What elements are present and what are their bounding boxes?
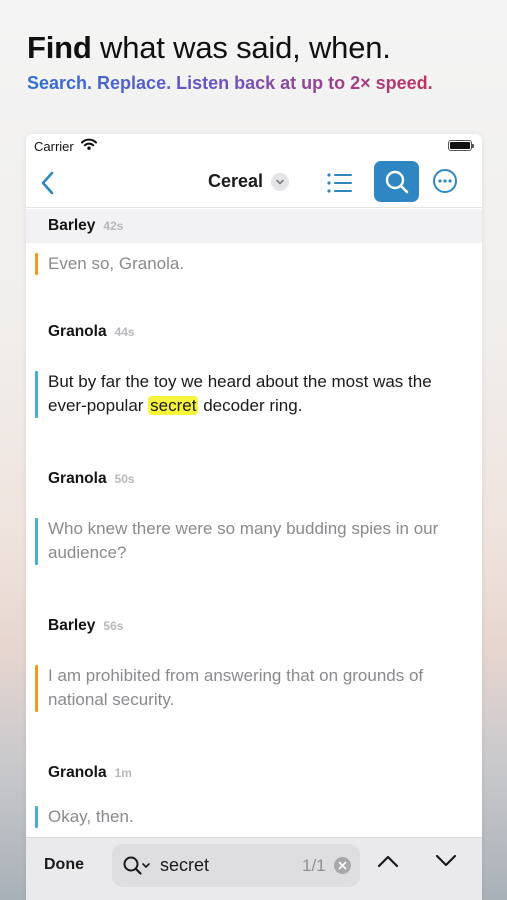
timestamp: 44s xyxy=(114,325,135,339)
find-field[interactable]: 1/1 xyxy=(112,844,360,887)
back-chevron-icon[interactable] xyxy=(38,170,58,196)
transcript-line[interactable]: Okay, then. xyxy=(48,805,468,829)
speaker-label: Granola 44s xyxy=(48,323,135,341)
carrier-label: Carrier xyxy=(34,139,74,154)
speaker-label: Granola 50s xyxy=(48,470,135,488)
device-screen: Carrier Cereal Barley 42s Even so, Grano… xyxy=(26,134,482,900)
speaker-label: Barley 56s xyxy=(48,617,123,635)
match-count: 1/1 xyxy=(302,856,326,875)
transcript-line[interactable]: I am prohibited from answering that on g… xyxy=(48,664,468,712)
headline-bold: Find xyxy=(27,30,92,65)
transcript-line-current[interactable]: But by far the toy we heard about the mo… xyxy=(48,370,468,418)
headline-rest: what was said, when. xyxy=(91,30,391,65)
transcript-list: Barley 42s Even so, Granola. Granola 44s B… xyxy=(26,209,482,839)
match-text-after: decoder ring. xyxy=(198,396,303,415)
wifi-icon xyxy=(81,138,97,150)
speaker-label: Granola 1m xyxy=(48,764,132,782)
speaker-color-bar xyxy=(35,665,38,712)
timestamp: 1m xyxy=(114,766,132,780)
marketing-subhead: Search. Replace. Listen back at up to 2×… xyxy=(27,73,433,93)
speaker-name: Granola xyxy=(48,470,107,487)
chevron-up-icon[interactable] xyxy=(376,853,400,869)
speaker-color-bar xyxy=(35,253,38,275)
timestamp: 42s xyxy=(103,219,124,233)
speaker-color-bar xyxy=(35,371,38,418)
speaker-color-bar xyxy=(35,518,38,565)
speaker-label: Barley 42s xyxy=(48,217,123,235)
more-icon[interactable] xyxy=(432,168,458,194)
nav-title: Cereal xyxy=(208,171,264,191)
search-icon xyxy=(385,170,408,193)
title-menu[interactable]: Cereal xyxy=(208,171,290,192)
speaker-name: Granola xyxy=(48,323,107,340)
battery-icon xyxy=(448,140,474,151)
timestamp: 56s xyxy=(103,619,124,633)
speaker-name: Granola xyxy=(48,764,107,781)
transcript-line[interactable]: Who knew there were so many budding spie… xyxy=(48,517,468,565)
list-icon[interactable] xyxy=(326,171,354,195)
chevron-down-icon xyxy=(271,172,290,191)
timestamp: 50s xyxy=(114,472,135,486)
clear-icon[interactable] xyxy=(334,857,351,874)
search-match-highlight: secret xyxy=(148,396,199,415)
speaker-color-bar xyxy=(35,806,38,828)
status-bar: Carrier xyxy=(26,134,482,160)
speaker-name: Barley xyxy=(48,217,96,234)
find-input[interactable] xyxy=(160,852,300,878)
marketing-headline: Find what was said, when. xyxy=(27,30,391,66)
nav-bar: Cereal xyxy=(26,160,482,208)
find-bar: Done 1/1 xyxy=(26,837,482,900)
search-options-icon[interactable] xyxy=(122,855,154,877)
speaker-name: Barley xyxy=(48,617,96,634)
search-button[interactable] xyxy=(374,161,419,202)
chevron-down-icon[interactable] xyxy=(434,853,458,869)
transcript-line[interactable]: Even so, Granola. xyxy=(48,252,468,276)
done-button[interactable]: Done xyxy=(44,856,84,874)
